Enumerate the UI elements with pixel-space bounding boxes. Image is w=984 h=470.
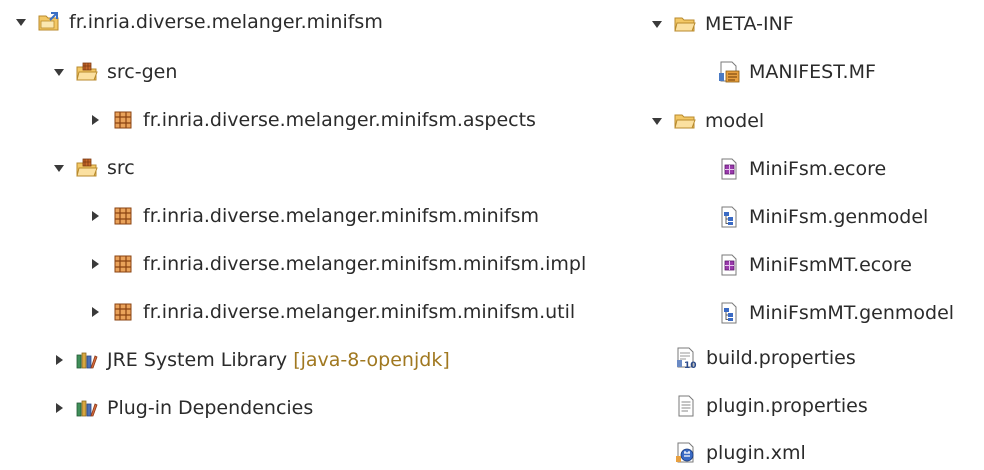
project-icon <box>38 11 60 33</box>
tree-item-minifsm-genmodel[interactable]: MiniFsm.genmodel <box>718 200 928 234</box>
tree-item-label: MiniFsm.ecore <box>749 158 887 180</box>
ecore-file-icon <box>718 254 740 276</box>
tree-item-label: MiniFsmMT.ecore <box>749 254 912 276</box>
tree-item-label: MANIFEST.MF <box>749 61 876 83</box>
package-icon <box>112 205 134 227</box>
tree-item-label: MiniFsm.genmodel <box>749 206 929 228</box>
tree-item-src[interactable]: src <box>48 151 135 185</box>
tree-item-label: plugin.properties <box>706 395 868 417</box>
chevron-right-icon[interactable] <box>48 349 70 371</box>
source-folder-icon <box>76 61 98 83</box>
tree-item-build-properties[interactable]: 10 build.properties <box>675 341 856 375</box>
manifest-file-icon <box>718 61 740 83</box>
tree-item-minifsmmt-ecore[interactable]: MiniFsmMT.ecore <box>718 248 912 282</box>
build-properties-icon: 10 <box>675 347 697 369</box>
package-icon <box>112 109 134 131</box>
chevron-down-icon[interactable] <box>10 11 32 33</box>
package-icon <box>112 301 134 323</box>
svg-text:10: 10 <box>684 361 697 369</box>
tree-item-label: fr.inria.diverse.melanger.minifsm.aspect… <box>143 109 536 131</box>
library-icon <box>76 349 98 371</box>
tree-item-minifsmmt-genmodel[interactable]: MiniFsmMT.genmodel <box>718 296 954 330</box>
genmodel-file-icon <box>718 206 740 228</box>
chevron-down-icon[interactable] <box>646 110 668 132</box>
properties-file-icon <box>675 395 697 417</box>
chevron-right-icon[interactable] <box>84 253 106 275</box>
tree-item-manifest[interactable]: MANIFEST.MF <box>718 55 876 89</box>
tree-item-label: fr.inria.diverse.melanger.minifsm.minifs… <box>143 301 576 323</box>
tree-item-package-aspects[interactable]: fr.inria.diverse.melanger.minifsm.aspect… <box>84 103 536 137</box>
tree-item-jre-library[interactable]: JRE System Library [java-8-openjdk] <box>48 343 450 377</box>
package-icon <box>112 253 134 275</box>
tree-item-package-util[interactable]: fr.inria.diverse.melanger.minifsm.minifs… <box>84 295 610 329</box>
chevron-right-icon[interactable] <box>84 301 106 323</box>
folder-icon <box>674 110 696 132</box>
chevron-right-icon[interactable] <box>48 397 70 419</box>
tree-item-decoration: [java-8-openjdk] <box>293 349 450 371</box>
tree-item-label: MiniFsmMT.genmodel <box>749 302 955 324</box>
tree-item-label: model <box>705 110 765 132</box>
tree-item-project[interactable]: fr.inria.diverse.melanger.minifsm <box>10 5 383 39</box>
library-icon <box>76 397 98 419</box>
chevron-right-icon[interactable] <box>84 109 106 131</box>
tree-item-label: build.properties <box>706 347 856 369</box>
tree-item-label: plugin.xml <box>706 442 806 464</box>
tree-item-label: fr.inria.diverse.melanger.minifsm <box>69 11 383 33</box>
tree-item-label: JRE System Library <box>107 349 288 371</box>
tree-item-plugin-dependencies[interactable]: Plug-in Dependencies <box>48 391 313 425</box>
tree-item-package-minifsm[interactable]: fr.inria.diverse.melanger.minifsm.minifs… <box>84 199 539 233</box>
tree-item-label: src-gen <box>107 61 178 83</box>
tree-item-plugin-xml[interactable]: plugin.xml <box>675 436 806 470</box>
tree-item-label: Plug-in Dependencies <box>107 397 314 419</box>
tree-item-meta-inf[interactable]: META-INF <box>646 7 794 41</box>
source-folder-icon <box>76 157 98 179</box>
tree-item-minifsm-ecore[interactable]: MiniFsm.ecore <box>718 152 886 186</box>
chevron-down-icon[interactable] <box>48 61 70 83</box>
tree-item-label: META-INF <box>705 13 794 35</box>
tree-item-label: fr.inria.diverse.melanger.minifsm.minifs… <box>143 253 587 275</box>
chevron-down-icon[interactable] <box>48 157 70 179</box>
genmodel-file-icon <box>718 302 740 324</box>
tree-item-model[interactable]: model <box>646 104 764 138</box>
tree-item-package-impl[interactable]: fr.inria.diverse.melanger.minifsm.minifs… <box>84 247 610 281</box>
tree-item-label: fr.inria.diverse.melanger.minifsm.minifs… <box>143 205 540 227</box>
chevron-down-icon[interactable] <box>646 13 668 35</box>
ecore-file-icon <box>718 158 740 180</box>
plugin-xml-icon <box>675 442 697 464</box>
chevron-right-icon[interactable] <box>84 205 106 227</box>
tree-item-label: src <box>107 157 135 179</box>
tree-item-src-gen[interactable]: src-gen <box>48 55 177 89</box>
tree-item-plugin-properties[interactable]: plugin.properties <box>675 389 868 423</box>
folder-icon <box>674 13 696 35</box>
